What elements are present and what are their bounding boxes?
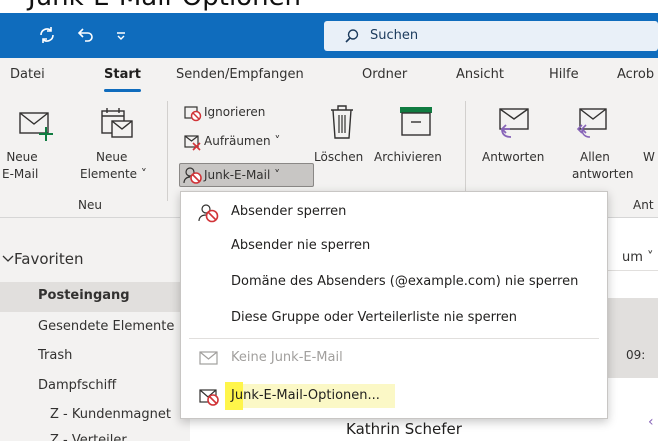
folder-verteiler[interactable]: Z - Verteiler — [50, 433, 127, 441]
forward-label-partial[interactable]: W — [643, 149, 655, 166]
folder-trash[interactable]: Trash — [38, 348, 72, 363]
archive-label: Archivieren — [374, 150, 442, 164]
search-box[interactable]: Suchen — [324, 21, 658, 51]
folder-kundenmagnet[interactable]: Z - Kundenmagnet — [50, 407, 171, 422]
menu-item-never-block-group[interactable]: Diese Gruppe oder Verteilerliste nie spe… — [181, 300, 607, 336]
search-icon — [345, 29, 359, 43]
new-items-label-1: Neue — [96, 150, 128, 164]
tab-start[interactable]: Start — [104, 67, 141, 82]
tab-hilfe[interactable]: Hilfe — [549, 67, 579, 82]
reply-all-label-2: antworten — [572, 167, 634, 181]
delete-button[interactable]: Löschen — [312, 93, 374, 183]
title-bar: Suchen — [0, 13, 658, 58]
junk-email-label: Junk-E-Mail ˅ — [204, 168, 281, 182]
ignore-button[interactable]: Ignorieren — [180, 104, 290, 124]
chevron-down-icon — [2, 255, 14, 262]
tab-senden-empfangen[interactable]: Senden/Empfangen — [176, 67, 304, 82]
menu-item-never-block-sender[interactable]: Absender nie sperren — [181, 228, 607, 264]
menu-label-never-block-group: Diese Gruppe oder Verteilerliste nie spe… — [231, 310, 518, 325]
archive-icon — [400, 107, 432, 136]
new-email-button[interactable]: Neue E-Mail — [0, 93, 80, 193]
folder-pane: Favoriten Posteingang Gesendete Elemente… — [0, 218, 190, 441]
junk-email-menu: Absender sperren Absender nie sperren Do… — [180, 191, 608, 419]
ignore-icon — [184, 106, 202, 122]
new-items-icon — [101, 108, 133, 138]
menu-tabs: Datei Start Senden/Empfangen Ordner Ansi… — [0, 58, 658, 93]
caption-strip: Junk-E-Mail-Optionen — [0, 0, 658, 13]
reply-label: Antworten — [482, 150, 545, 164]
junk-options-icon — [199, 389, 219, 406]
reply-all-label-1: Allen — [580, 150, 610, 164]
ignore-label: Ignorieren — [204, 105, 266, 119]
group-separator — [465, 101, 466, 201]
customize-toolbar-icon[interactable] — [110, 24, 132, 46]
new-items-label-2: Elemente ˅ — [80, 167, 147, 181]
undo-icon[interactable] — [74, 24, 96, 46]
active-tab-indicator — [104, 89, 141, 92]
block-sender-icon — [198, 204, 219, 223]
cleanup-button[interactable]: Aufräumen ˅ — [180, 133, 300, 153]
folder-dampfschiff[interactable]: Dampfschiff — [38, 378, 116, 393]
folder-posteingang[interactable]: Posteingang — [38, 288, 130, 303]
group-title-neu: Neu — [78, 198, 102, 212]
cleanup-label: Aufräumen ˅ — [204, 134, 281, 148]
reply-button[interactable]: Antworten — [474, 93, 558, 183]
group-separator — [167, 101, 168, 201]
sort-dropdown[interactable]: um ˅ — [622, 250, 654, 265]
archive-button[interactable]: Archivieren — [374, 93, 458, 183]
not-junk-icon — [199, 351, 218, 365]
menu-item-not-junk: Keine Junk-E-Mail — [181, 340, 607, 376]
menu-label-never-block-sender: Absender nie sperren — [231, 238, 371, 253]
search-label: Suchen — [370, 28, 419, 43]
delete-label: Löschen — [314, 150, 364, 164]
reply-icon — [499, 108, 529, 138]
menu-item-never-block-domain[interactable]: Domäne des Absenders (@example.com) nie … — [181, 264, 607, 300]
tab-ansicht[interactable]: Ansicht — [456, 67, 504, 82]
menu-label-not-junk: Keine Junk-E-Mail — [231, 350, 343, 365]
menu-label-block-sender: Absender sperren — [231, 204, 347, 219]
group-title-respond: Ant — [633, 198, 654, 212]
reply-all-button[interactable]: Allen antworten — [560, 93, 640, 183]
cleanup-icon — [184, 135, 201, 151]
menu-item-junk-options[interactable]: Junk-E-Mail-Optionen... — [181, 378, 607, 414]
new-email-label-1: Neue — [6, 150, 38, 164]
favorites-label: Favoriten — [14, 250, 84, 268]
tab-datei[interactable]: Datei — [10, 67, 45, 82]
menu-separator — [189, 338, 599, 339]
message-sender[interactable]: Kathrin Schefer — [346, 420, 462, 438]
menu-label-junk-options: Junk-E-Mail-Optionen... — [231, 388, 380, 403]
new-email-label-2: E-Mail — [2, 167, 39, 181]
message-time: 09: — [626, 348, 646, 362]
new-email-icon — [19, 112, 53, 141]
tab-ordner[interactable]: Ordner — [362, 67, 407, 82]
trash-icon — [331, 105, 353, 139]
new-items-button[interactable]: Neue Elemente ˅ — [80, 93, 150, 193]
caption-text: Junk-E-Mail-Optionen — [28, 0, 301, 12]
junk-email-button[interactable]: Junk-E-Mail ˅ — [179, 163, 314, 187]
sync-icon[interactable] — [36, 24, 58, 46]
reply-indicator-icon: ‹ — [648, 414, 654, 430]
reply-all-icon — [576, 108, 607, 138]
folder-gesendete-elemente[interactable]: Gesendete Elemente — [38, 319, 174, 334]
menu-label-never-block-domain: Domäne des Absenders (@example.com) nie … — [231, 274, 579, 289]
favorites-header[interactable]: Favoriten — [0, 248, 190, 272]
junk-icon — [183, 167, 202, 184]
tab-acrobat[interactable]: Acrob — [617, 67, 654, 82]
menu-item-block-sender[interactable]: Absender sperren — [181, 194, 607, 230]
